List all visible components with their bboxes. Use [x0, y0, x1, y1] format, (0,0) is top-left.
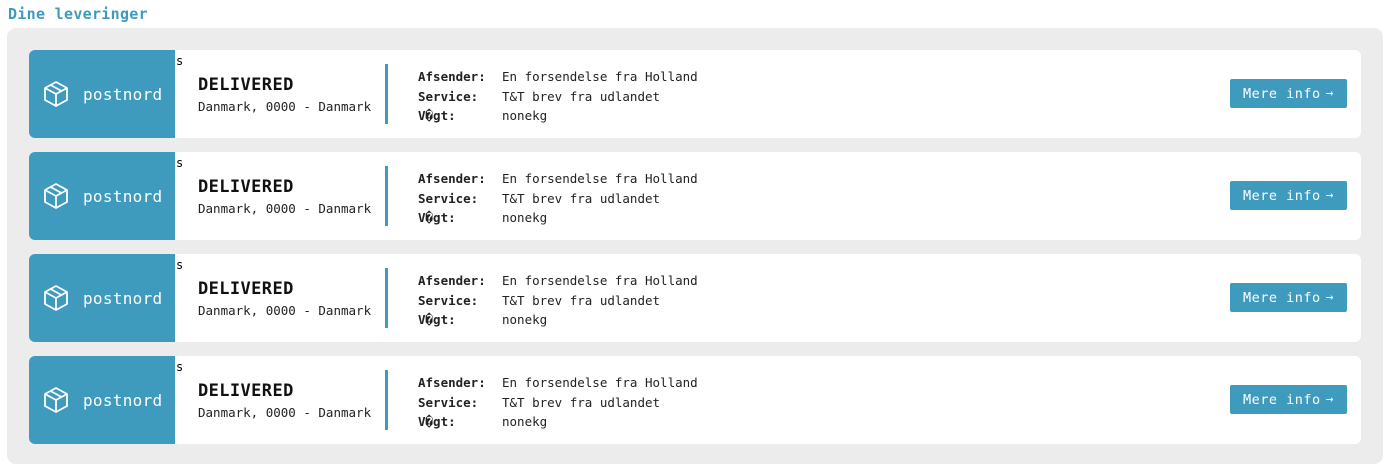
carrier-name: postnord — [83, 288, 163, 308]
arrow-right-icon: → — [1325, 86, 1334, 101]
sender-label: Afsender: — [418, 171, 486, 186]
delivery-status: DELIVERED — [198, 75, 294, 95]
carrier-badge: postnord — [29, 152, 175, 240]
delivery-status: DELIVERED — [198, 279, 294, 299]
package-box-icon — [44, 183, 68, 209]
delivery-card: postnord s DELIVERED Danmark, 0000 - Dan… — [29, 152, 1361, 240]
delivery-card: postnord s DELIVERED Danmark, 0000 - Dan… — [29, 50, 1361, 138]
weight-label: V�gt: — [418, 108, 456, 123]
service-value: T&T brev fra udlandet — [502, 88, 661, 104]
service-value: T&T brev fra udlandet — [502, 190, 661, 206]
package-box-icon — [44, 387, 68, 413]
weight-label: V�gt: — [418, 312, 456, 327]
divider — [385, 166, 388, 226]
sender-value: En forsendelse fra Holland — [502, 273, 698, 288]
sender-value: En forsendelse fra Holland — [502, 375, 698, 390]
deliveries-panel: postnord s DELIVERED Danmark, 0000 - Dan… — [7, 28, 1383, 464]
delivery-card: postnord s DELIVERED Danmark, 0000 - Dan… — [29, 356, 1361, 444]
divider — [385, 370, 388, 430]
service-value: T&T brev fra udlandet — [502, 292, 661, 308]
service-label: Service: — [418, 394, 479, 410]
delivery-details: Afsender: En forsendelse fra Holland Serv… — [418, 271, 698, 330]
weight-label: V�gt: — [418, 210, 456, 225]
more-info-button[interactable]: Mere info → — [1230, 385, 1347, 414]
sender-label: Afsender: — [418, 69, 486, 84]
marker-text: s — [176, 54, 184, 68]
package-box-icon — [44, 81, 68, 107]
more-info-button[interactable]: Mere info → — [1230, 283, 1347, 312]
delivery-status: DELIVERED — [198, 177, 294, 197]
carrier-name: postnord — [83, 84, 163, 104]
more-info-label: Mere info — [1243, 85, 1321, 102]
divider — [385, 268, 388, 328]
delivery-details: Afsender: En forsendelse fra Holland Serv… — [418, 67, 698, 126]
arrow-right-icon: → — [1325, 188, 1334, 203]
service-label: Service: — [418, 292, 479, 308]
more-info-label: Mere info — [1243, 391, 1321, 408]
weight-value: nonekg — [502, 414, 548, 429]
sender-label: Afsender: — [418, 375, 486, 390]
page-title: Dine leveringer — [8, 5, 148, 23]
delivery-location: Danmark, 0000 - Danmark — [198, 201, 372, 216]
carrier-name: postnord — [83, 390, 163, 410]
delivery-card: postnord s DELIVERED Danmark, 0000 - Dan… — [29, 254, 1361, 342]
weight-value: nonekg — [502, 210, 548, 225]
more-info-button[interactable]: Mere info → — [1230, 181, 1347, 210]
more-info-label: Mere info — [1243, 289, 1321, 306]
delivery-details: Afsender: En forsendelse fra Holland Serv… — [418, 169, 698, 228]
service-value: T&T brev fra udlandet — [502, 394, 661, 410]
more-info-button[interactable]: Mere info → — [1230, 79, 1347, 108]
service-label: Service: — [418, 190, 479, 206]
marker-text: s — [176, 360, 184, 374]
divider — [385, 64, 388, 124]
delivery-location: Danmark, 0000 - Danmark — [198, 405, 372, 420]
carrier-name: postnord — [83, 186, 163, 206]
arrow-right-icon: → — [1325, 290, 1334, 305]
arrow-right-icon: → — [1325, 392, 1334, 407]
carrier-badge: postnord — [29, 254, 175, 342]
delivery-location: Danmark, 0000 - Danmark — [198, 99, 372, 114]
weight-value: nonekg — [502, 108, 548, 123]
weight-value: nonekg — [502, 312, 548, 327]
weight-label: V�gt: — [418, 414, 456, 429]
sender-label: Afsender: — [418, 273, 486, 288]
more-info-label: Mere info — [1243, 187, 1321, 204]
delivery-status: DELIVERED — [198, 381, 294, 401]
sender-value: En forsendelse fra Holland — [502, 171, 698, 186]
carrier-badge: postnord — [29, 50, 175, 138]
package-box-icon — [44, 285, 68, 311]
sender-value: En forsendelse fra Holland — [502, 69, 698, 84]
carrier-badge: postnord — [29, 356, 175, 444]
delivery-location: Danmark, 0000 - Danmark — [198, 303, 372, 318]
marker-text: s — [176, 258, 184, 272]
delivery-details: Afsender: En forsendelse fra Holland Serv… — [418, 373, 698, 432]
marker-text: s — [176, 156, 184, 170]
service-label: Service: — [418, 88, 479, 104]
